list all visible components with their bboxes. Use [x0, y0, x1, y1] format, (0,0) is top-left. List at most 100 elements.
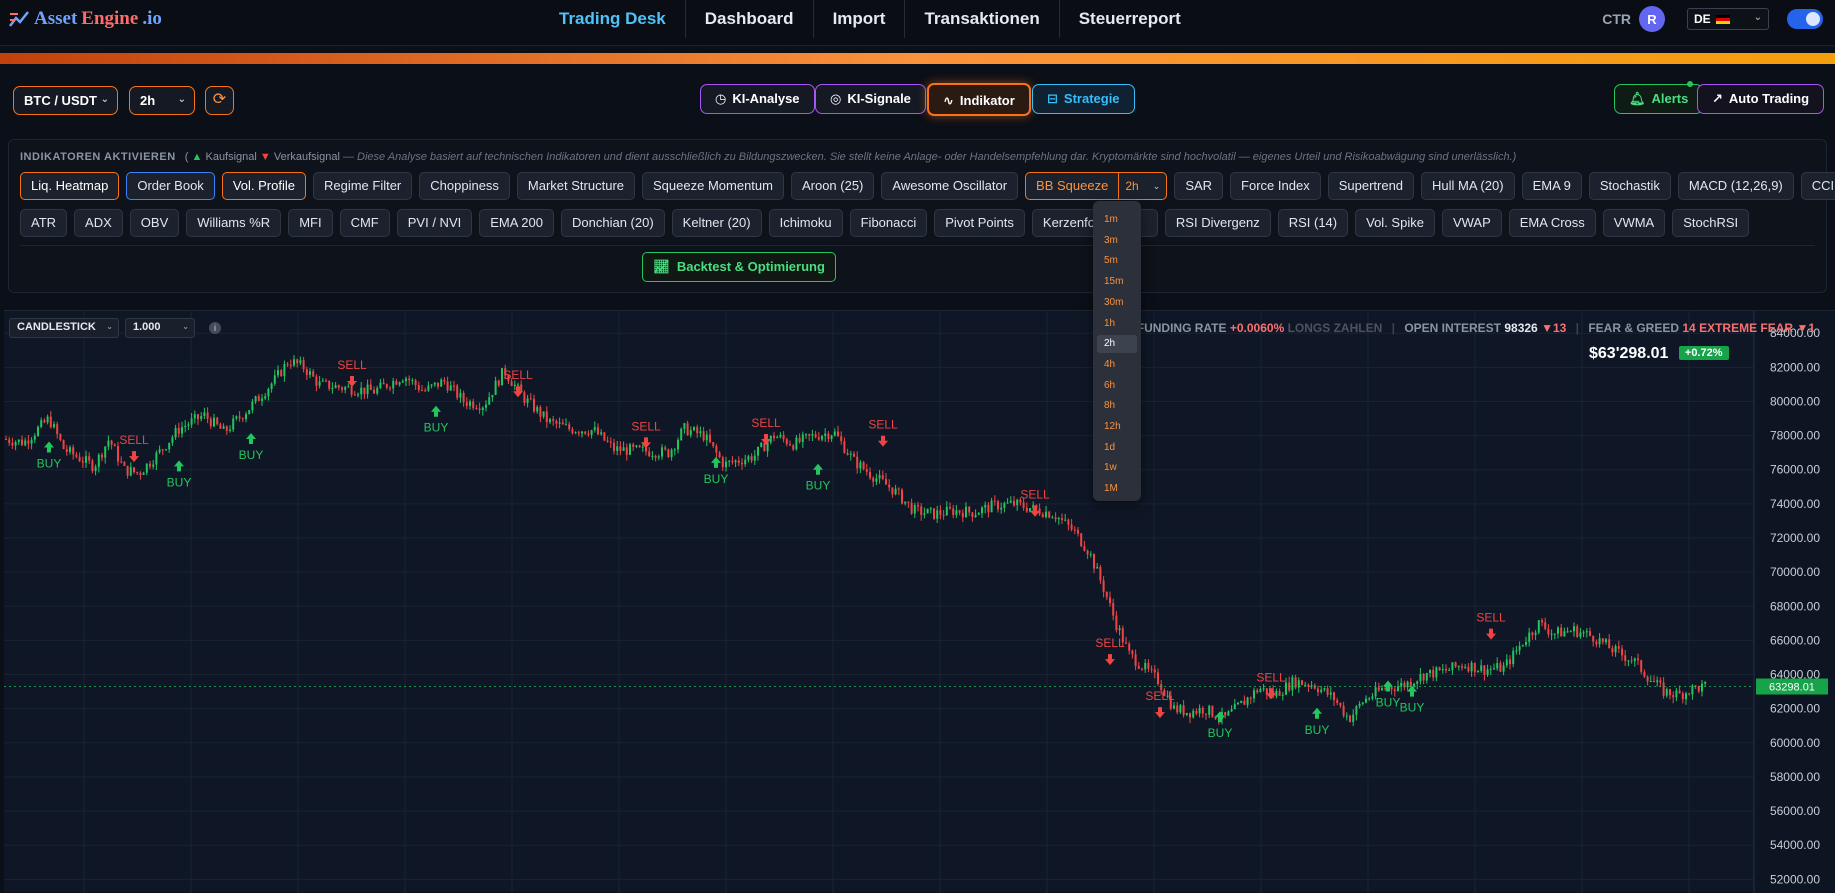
- timeframe-option-3m[interactable]: 3m: [1097, 232, 1137, 250]
- nav-trading-desk[interactable]: Trading Desk: [540, 0, 686, 38]
- timeframe-option-1h[interactable]: 1h: [1097, 315, 1137, 333]
- timeframe-option-1M[interactable]: 1M: [1097, 480, 1137, 498]
- sell-legend: Verkaufsignal: [273, 151, 340, 163]
- chip-ema-cross[interactable]: EMA Cross: [1508, 209, 1596, 237]
- timeframe-option-8h[interactable]: 8h: [1097, 397, 1137, 415]
- refresh-button[interactable]: ⟳: [205, 86, 234, 115]
- chip-sar[interactable]: SAR: [1174, 172, 1224, 200]
- candle-body: [417, 385, 420, 391]
- chip-liq-heatmap[interactable]: Liq. Heatmap: [20, 172, 120, 200]
- nav-dashboard[interactable]: Dashboard: [686, 0, 814, 38]
- language-select[interactable]: DE ⌄: [1687, 8, 1769, 30]
- chip-vwma[interactable]: VWMA: [1602, 209, 1666, 237]
- candle-body: [472, 401, 475, 408]
- timeframe-option-15m[interactable]: 15m: [1097, 273, 1137, 291]
- candle-body: [360, 387, 363, 395]
- chip-awesome-oscillator[interactable]: Awesome Oscillator: [881, 172, 1019, 200]
- app-logo[interactable]: Asset Engine .io: [8, 8, 162, 30]
- timeframe-option-2h[interactable]: 2h: [1097, 335, 1137, 354]
- candle-body: [453, 385, 455, 387]
- timeframe-option-4h[interactable]: 4h: [1097, 356, 1137, 374]
- chip-vwap[interactable]: VWAP: [1441, 209, 1502, 237]
- strategie-button[interactable]: ⊟ Strategie: [1032, 84, 1135, 114]
- alerts-button[interactable]: 🔔︎ Alerts: [1614, 84, 1704, 114]
- chip-pvi-nvi[interactable]: PVI / NVI: [396, 209, 473, 237]
- candle-body: [312, 371, 315, 377]
- timeframe-option-5m[interactable]: 5m: [1097, 252, 1137, 270]
- candle-body: [267, 388, 270, 397]
- chip-squeeze-momentum[interactable]: Squeeze Momentum: [642, 172, 784, 200]
- nav-import[interactable]: Import: [814, 0, 906, 38]
- timeframe-option-1w[interactable]: 1w: [1097, 459, 1137, 477]
- chart-type-select[interactable]: CANDLESTICK ⌄: [9, 318, 119, 338]
- chip-regime-filter[interactable]: Regime Filter: [312, 172, 413, 200]
- chip-supertrend[interactable]: Supertrend: [1327, 172, 1415, 200]
- timeframe-option-1d[interactable]: 1d: [1097, 439, 1137, 457]
- y-tick-label: 56000.00: [1770, 804, 1820, 818]
- candle-body: [1086, 550, 1089, 555]
- chip-rsi-14[interactable]: RSI (14): [1277, 209, 1349, 237]
- candle-body: [40, 420, 43, 427]
- chip-ema-200[interactable]: EMA 200: [479, 209, 554, 237]
- chip-mfi[interactable]: MFI: [288, 209, 333, 237]
- chip-vol-spike[interactable]: Vol. Spike: [1355, 209, 1435, 237]
- chip-cmf[interactable]: CMF: [339, 209, 390, 237]
- candle-body: [667, 449, 670, 458]
- chip-keltner[interactable]: Keltner (20): [671, 209, 762, 237]
- chip-order-book[interactable]: Order Book: [126, 172, 215, 200]
- timeframe-option-1m[interactable]: 1m: [1097, 211, 1137, 229]
- timeframe-select[interactable]: 2h ⌄: [129, 86, 195, 115]
- chip-cci[interactable]: CCI: [1800, 172, 1835, 200]
- chip-stochastik[interactable]: Stochastik: [1588, 172, 1671, 200]
- chip-rsi-divergenz[interactable]: RSI Divergenz: [1164, 209, 1271, 237]
- chip-donchian[interactable]: Donchian (20): [561, 209, 665, 237]
- chip-pivot-points[interactable]: Pivot Points: [934, 209, 1025, 237]
- chip-hull-ma[interactable]: Hull MA (20): [1421, 172, 1515, 200]
- chip-aroon[interactable]: Aroon (25): [790, 172, 875, 200]
- chip-ema-9[interactable]: EMA 9: [1521, 172, 1582, 200]
- candle-body: [881, 475, 884, 479]
- timeframe-option-6h[interactable]: 6h: [1097, 377, 1137, 395]
- user-avatar[interactable]: R: [1639, 6, 1665, 32]
- candle-body: [1304, 684, 1307, 686]
- theme-toggle[interactable]: [1787, 9, 1823, 29]
- bb-squeeze-timeframe-select[interactable]: 2h ⌄: [1118, 173, 1166, 199]
- chip-stochrsi[interactable]: StochRSI: [1672, 209, 1750, 237]
- chip-adx[interactable]: ADX: [74, 209, 123, 237]
- price-chart[interactable]: 84000.00 82000.00 80000.00 78000.00 76000.00…: [4, 310, 1835, 893]
- chip-ichimoku[interactable]: Ichimoku: [768, 209, 843, 237]
- chip-market-structure[interactable]: Market Structure: [516, 172, 636, 200]
- auto-trading-button[interactable]: ↗ Auto Trading: [1697, 84, 1825, 114]
- pair-select[interactable]: BTC / USDT ⌄: [13, 86, 118, 115]
- candle-body: [1189, 712, 1191, 718]
- chip-vol-profile[interactable]: Vol. Profile: [221, 172, 306, 200]
- indikator-button[interactable]: ∿ Indikator: [927, 83, 1031, 116]
- candle-body: [648, 451, 651, 457]
- chip-obv[interactable]: OBV: [129, 209, 180, 237]
- nav-steuerreport[interactable]: Steuerreport: [1060, 0, 1200, 38]
- chip-bb-squeeze[interactable]: BB Squeeze 2h ⌄: [1025, 172, 1168, 200]
- chip-force-index[interactable]: Force Index: [1230, 172, 1321, 200]
- nav-transaktionen[interactable]: Transaktionen: [905, 0, 1060, 38]
- ctr-label[interactable]: CTR: [1602, 11, 1631, 27]
- buy-legend: Kaufsignal: [205, 151, 257, 163]
- chip-macd[interactable]: MACD (12,26,9): [1677, 172, 1794, 200]
- chip-williams-r[interactable]: Williams %R: [186, 209, 282, 237]
- candlestick-chart[interactable]: 84000.0082000.0080000.0078000.0076000.00…: [4, 311, 1835, 893]
- scale-select[interactable]: 1.000 ⌄: [125, 318, 195, 338]
- timeframe-option-30m[interactable]: 30m: [1097, 294, 1137, 312]
- chip-atr[interactable]: ATR: [20, 209, 68, 237]
- candle-body: [1477, 670, 1479, 673]
- chip-choppiness[interactable]: Choppiness: [419, 172, 510, 200]
- ki-analyse-button[interactable]: ◷ KI-Analyse: [700, 84, 815, 114]
- candle-body: [1438, 667, 1441, 671]
- info-icon[interactable]: i: [209, 322, 221, 334]
- timeframe-option-12h[interactable]: 12h: [1097, 418, 1137, 436]
- ki-signale-button[interactable]: ◎ KI-Signale: [815, 84, 926, 114]
- backtest-button[interactable]: 📈︎ Backtest & Optimierung: [642, 252, 836, 282]
- chip-fibonacci[interactable]: Fibonacci: [849, 209, 928, 237]
- candle-body: [1201, 708, 1204, 714]
- candle-body: [859, 462, 862, 469]
- candle-body: [1528, 632, 1531, 643]
- ki-signale-label: KI-Signale: [847, 91, 911, 106]
